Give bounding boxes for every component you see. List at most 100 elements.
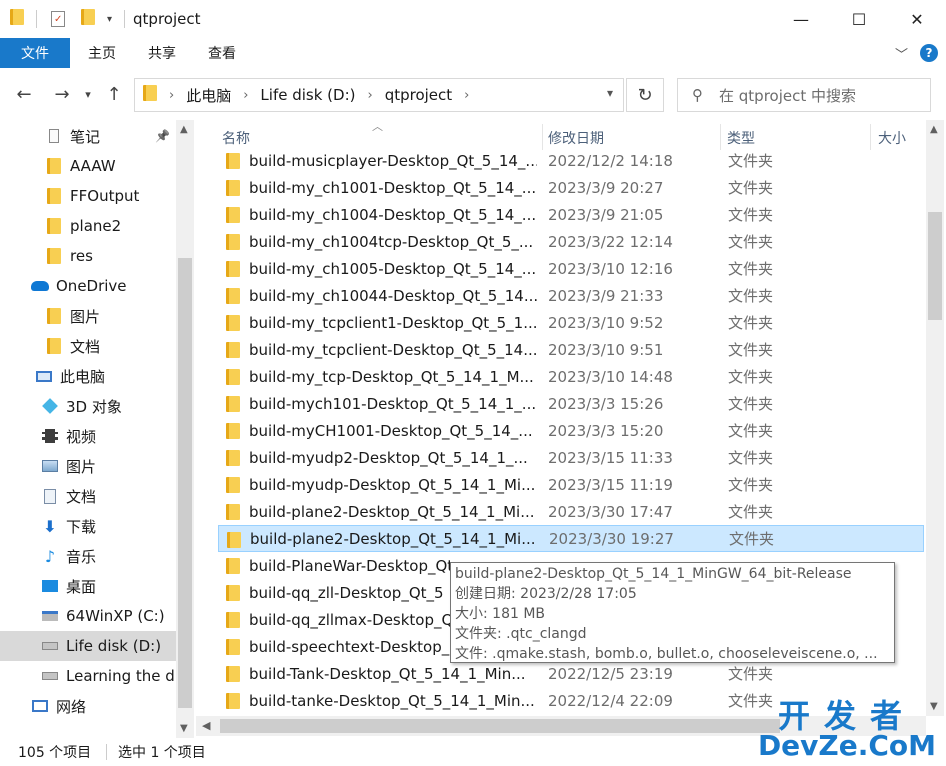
file-row[interactable]: build-plane2-Desktop_Qt_5_14_1_Mi... 2023… bbox=[218, 498, 924, 525]
pin-icon: 📌 bbox=[155, 129, 170, 143]
file-row[interactable]: build-my_tcp-Desktop_Qt_5_14_1_M... 2023/… bbox=[218, 363, 924, 390]
nav-item[interactable]: 桌面 bbox=[0, 571, 176, 601]
new-folder-icon[interactable] bbox=[81, 9, 95, 29]
nav-item[interactable]: Learning the di bbox=[0, 661, 176, 691]
minimize-button[interactable]: — bbox=[772, 0, 830, 38]
nav-item[interactable]: 视频 bbox=[0, 421, 176, 451]
nav-item[interactable]: FFOutput bbox=[0, 181, 176, 211]
file-row[interactable]: build-myudp2-Desktop_Qt_5_14_1_... 2023/3… bbox=[218, 444, 924, 471]
folder-icon bbox=[226, 315, 240, 335]
back-button[interactable]: ← bbox=[8, 78, 40, 110]
documents-icon bbox=[40, 487, 60, 505]
file-row[interactable]: build-musicplayer-Desktop_Qt_5_14_... 202… bbox=[218, 147, 924, 174]
file-list-scrollbar[interactable]: ▲ ▼ bbox=[926, 120, 944, 716]
nav-item-label: 笔记 bbox=[70, 127, 101, 146]
tab-home[interactable]: 主页 bbox=[70, 38, 132, 68]
nav-item[interactable]: res bbox=[0, 241, 176, 271]
folder-icon bbox=[226, 288, 240, 308]
nav-item[interactable]: plane2 bbox=[0, 211, 176, 241]
chevron-down-icon[interactable]: ▾ bbox=[107, 14, 112, 25]
file-row[interactable]: build-my_tcpclient-Desktop_Qt_5_14... 202… bbox=[218, 336, 924, 363]
chevron-right-icon[interactable]: › bbox=[368, 88, 373, 103]
up-button[interactable]: ↑ bbox=[98, 78, 130, 110]
tooltip-title: build-plane2-Desktop_Qt_5_14_1_MinGW_64_… bbox=[455, 566, 852, 582]
chevron-right-icon[interactable]: › bbox=[169, 88, 174, 103]
expand-ribbon-icon[interactable]: ﹀ bbox=[895, 44, 908, 63]
nav-item[interactable]: 笔记 📌 bbox=[0, 121, 176, 151]
nav-scroll-thumb[interactable] bbox=[178, 258, 192, 708]
scroll-left-icon[interactable]: ◀ bbox=[202, 719, 210, 732]
file-name: build-Tank-Desktop_Qt_5_14_1_Min... bbox=[249, 664, 526, 683]
file-type: 文件夹 bbox=[728, 449, 774, 467]
address-bar[interactable]: › 此电脑 › Life disk (D:) › qtproject › ▾ bbox=[134, 78, 624, 112]
divider bbox=[124, 10, 126, 28]
column-name[interactable]: 名称 bbox=[222, 128, 250, 148]
horizontal-scroll-thumb[interactable] bbox=[220, 719, 780, 733]
column-size[interactable]: 大小 bbox=[878, 128, 906, 148]
file-type: 文件夹 bbox=[729, 530, 775, 548]
desktop-icon bbox=[40, 577, 60, 595]
breadcrumb-this-pc[interactable]: 此电脑 bbox=[186, 85, 231, 106]
nav-item[interactable]: 3D 对象 bbox=[0, 391, 176, 421]
file-row[interactable]: build-my_ch1004-Desktop_Qt_5_14_... 2023/… bbox=[218, 201, 924, 228]
file-name: build-myudp2-Desktop_Qt_5_14_1_... bbox=[249, 448, 528, 467]
column-date[interactable]: 修改日期 bbox=[548, 128, 604, 148]
nav-item-label: res bbox=[70, 247, 93, 265]
forward-button[interactable]: → bbox=[46, 78, 78, 110]
tab-share[interactable]: 共享 bbox=[132, 38, 192, 68]
chevron-right-icon[interactable]: › bbox=[464, 88, 469, 103]
scroll-up-icon[interactable]: ▲ bbox=[180, 124, 188, 135]
tab-file[interactable]: 文件 bbox=[0, 38, 70, 68]
file-row[interactable]: build-my_tcpclient1-Desktop_Qt_5_1... 202… bbox=[218, 309, 924, 336]
tab-view[interactable]: 查看 bbox=[192, 38, 252, 68]
nav-scrollbar[interactable]: ▲ ▼ bbox=[176, 120, 194, 738]
breadcrumb-folder[interactable]: qtproject bbox=[385, 86, 452, 104]
nav-item[interactable]: 图片 bbox=[0, 451, 176, 481]
nav-item-label: Life disk (D:) bbox=[66, 637, 162, 655]
nav-item[interactable]: 文档 bbox=[0, 331, 176, 361]
nav-item-label: 此电脑 bbox=[60, 367, 106, 386]
file-row[interactable]: build-myCH1001-Desktop_Qt_5_14_... 2023/3… bbox=[218, 417, 924, 444]
nav-item-label: 下载 bbox=[66, 517, 97, 536]
tooltip-folders: 文件夹: .qtc_clangd bbox=[455, 626, 587, 642]
file-row[interactable]: build-myudp-Desktop_Qt_5_14_1_Mi... 2023/… bbox=[218, 471, 924, 498]
folder-icon bbox=[226, 504, 240, 524]
drive-icon bbox=[40, 667, 60, 685]
nav-item[interactable]: ⬇ 下载 bbox=[0, 511, 176, 541]
file-row[interactable]: build-Tank-Desktop_Qt_5_14_1_Min... 2022/… bbox=[218, 660, 924, 687]
nav-item[interactable]: 此电脑 bbox=[0, 361, 176, 391]
file-row[interactable]: build-my_ch10044-Desktop_Qt_5_14... 2023/… bbox=[218, 282, 924, 309]
nav-item[interactable]: AAAW bbox=[0, 151, 176, 181]
refresh-button[interactable]: ↻ bbox=[626, 78, 664, 112]
address-row: ← → ▾ ↑ › 此电脑 › Life disk (D:) › qtproje… bbox=[0, 68, 946, 120]
nav-item[interactable]: 64WinXP (C:) bbox=[0, 601, 176, 631]
recent-locations-button[interactable]: ▾ bbox=[78, 78, 98, 110]
onedrive-icon bbox=[30, 277, 50, 295]
nav-item[interactable]: 图片 bbox=[0, 301, 176, 331]
folder-icon bbox=[226, 477, 240, 497]
file-row[interactable]: build-plane2-Desktop_Qt_5_14_1_Mi... 2023… bbox=[218, 525, 924, 552]
file-row[interactable]: build-my_ch1005-Desktop_Qt_5_14_... 2023/… bbox=[218, 255, 924, 282]
file-row[interactable]: build-mych101-Desktop_Qt_5_14_1_... 2023/… bbox=[218, 390, 924, 417]
help-icon[interactable]: ? bbox=[920, 44, 938, 62]
nav-item[interactable]: Life disk (D:) bbox=[0, 631, 176, 661]
search-input[interactable]: ⚲ 在 qtproject 中搜索 bbox=[677, 78, 931, 112]
breadcrumb-drive[interactable]: Life disk (D:) bbox=[260, 86, 355, 104]
scroll-up-icon[interactable]: ▲ bbox=[930, 124, 938, 135]
address-dropdown-button[interactable]: ▾ bbox=[607, 86, 613, 100]
column-type[interactable]: 类型 bbox=[727, 128, 755, 148]
maximize-button[interactable]: ☐ bbox=[830, 0, 888, 38]
download-icon: ⬇ bbox=[43, 516, 57, 536]
scroll-thumb[interactable] bbox=[928, 212, 942, 320]
chevron-right-icon[interactable]: › bbox=[243, 88, 248, 103]
scroll-down-icon[interactable]: ▼ bbox=[180, 723, 188, 734]
nav-item[interactable]: ♪ 音乐 bbox=[0, 541, 176, 571]
nav-item[interactable]: 网络 bbox=[0, 691, 176, 721]
file-name: build-my_ch1004tcp-Desktop_Qt_5_... bbox=[249, 232, 534, 251]
file-row[interactable]: build-my_ch1004tcp-Desktop_Qt_5_... 2023/… bbox=[218, 228, 924, 255]
properties-icon[interactable]: ✓ bbox=[51, 11, 65, 27]
nav-item[interactable]: OneDrive bbox=[0, 271, 176, 301]
file-row[interactable]: build-my_ch1001-Desktop_Qt_5_14_... 2023/… bbox=[218, 174, 924, 201]
close-button[interactable]: ✕ bbox=[888, 0, 946, 38]
nav-item[interactable]: 文档 bbox=[0, 481, 176, 511]
